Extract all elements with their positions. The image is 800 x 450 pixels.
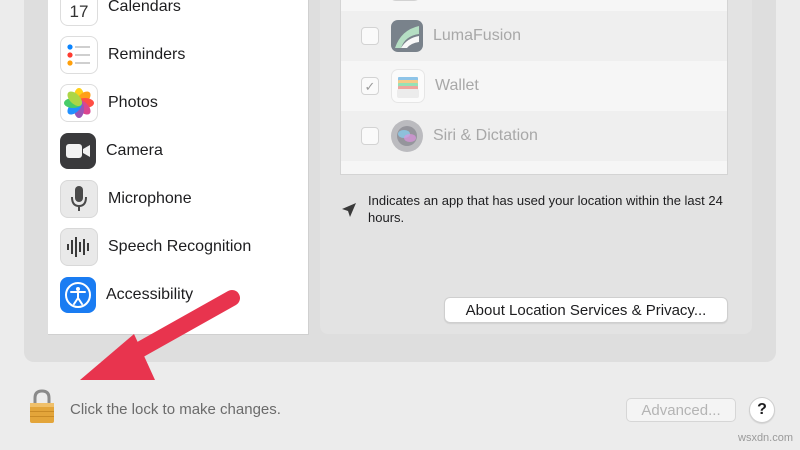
camera-icon xyxy=(60,133,96,169)
lock-hint-text: Click the lock to make changes. xyxy=(70,401,281,418)
reminders-icon xyxy=(60,36,98,74)
sidebar-item-label: Accessibility xyxy=(106,286,194,303)
app-label: Wallet xyxy=(435,77,479,94)
sidebar-item-label: Photos xyxy=(108,94,158,111)
location-arrow-icon xyxy=(342,203,356,217)
help-button[interactable]: ? xyxy=(749,397,775,423)
sidebar-item-microphone[interactable]: Microphone xyxy=(60,177,300,221)
speech-recognition-icon xyxy=(60,228,98,266)
photos-icon xyxy=(60,84,98,122)
sidebar-item-label: Microphone xyxy=(108,190,192,207)
sidebar-item-photos[interactable]: Photos xyxy=(60,81,300,125)
app-label: LumaFusion xyxy=(433,27,522,44)
wallet-checkbox[interactable]: ✓ xyxy=(361,77,379,95)
app-row-wallet[interactable]: ✓ Wallet xyxy=(341,61,727,111)
location-note-text: Indicates an app that has used your loca… xyxy=(368,193,723,225)
sidebar-item-accessibility[interactable]: Accessibility xyxy=(60,273,300,317)
about-location-privacy-button[interactable]: About Location Services & Privacy... xyxy=(444,297,728,323)
app-row-lumafusion[interactable]: LumaFusion xyxy=(341,11,727,61)
sidebar-item-label: Speech Recognition xyxy=(108,238,252,255)
calendar-icon: 17 xyxy=(60,0,98,26)
siri-icon xyxy=(391,120,423,152)
location-services-pane: LumaFusion ✓ Wallet Siri & Dictation Ind… xyxy=(320,0,752,334)
sidebar-item-label: Reminders xyxy=(108,46,186,63)
app-label: Siri & Dictation xyxy=(433,127,538,144)
accessibility-icon xyxy=(60,277,96,313)
location-indicator-note: Indicates an app that has used your loca… xyxy=(340,192,740,226)
wallet-icon xyxy=(391,69,425,103)
siri-checkbox[interactable] xyxy=(361,127,379,145)
sidebar-item-label: Calendars xyxy=(108,0,181,15)
sidebar-item-speech-recognition[interactable]: Speech Recognition xyxy=(60,225,300,269)
sidebar-item-camera[interactable]: Camera xyxy=(60,129,300,173)
advanced-button[interactable]: Advanced... xyxy=(626,398,736,422)
app-row-siri[interactable]: Siri & Dictation xyxy=(341,111,727,161)
app-icon xyxy=(389,0,421,1)
list-item xyxy=(341,0,727,10)
lock-icon[interactable] xyxy=(28,388,56,424)
lumafusion-checkbox[interactable] xyxy=(361,27,379,45)
sidebar-item-label: Camera xyxy=(106,142,163,159)
watermark: wsxdn.com xyxy=(738,432,794,444)
location-app-list[interactable]: LumaFusion ✓ Wallet Siri & Dictation xyxy=(340,0,728,175)
sidebar-item-reminders[interactable]: Reminders xyxy=(60,33,300,77)
privacy-category-list[interactable]: 17 Calendars Reminders Photos Camera Mic… xyxy=(48,0,309,335)
sidebar-item-calendars[interactable]: 17 Calendars xyxy=(60,0,300,29)
microphone-icon xyxy=(60,180,98,218)
calendar-icon-date: 17 xyxy=(69,1,89,21)
lumafusion-icon xyxy=(391,20,423,52)
